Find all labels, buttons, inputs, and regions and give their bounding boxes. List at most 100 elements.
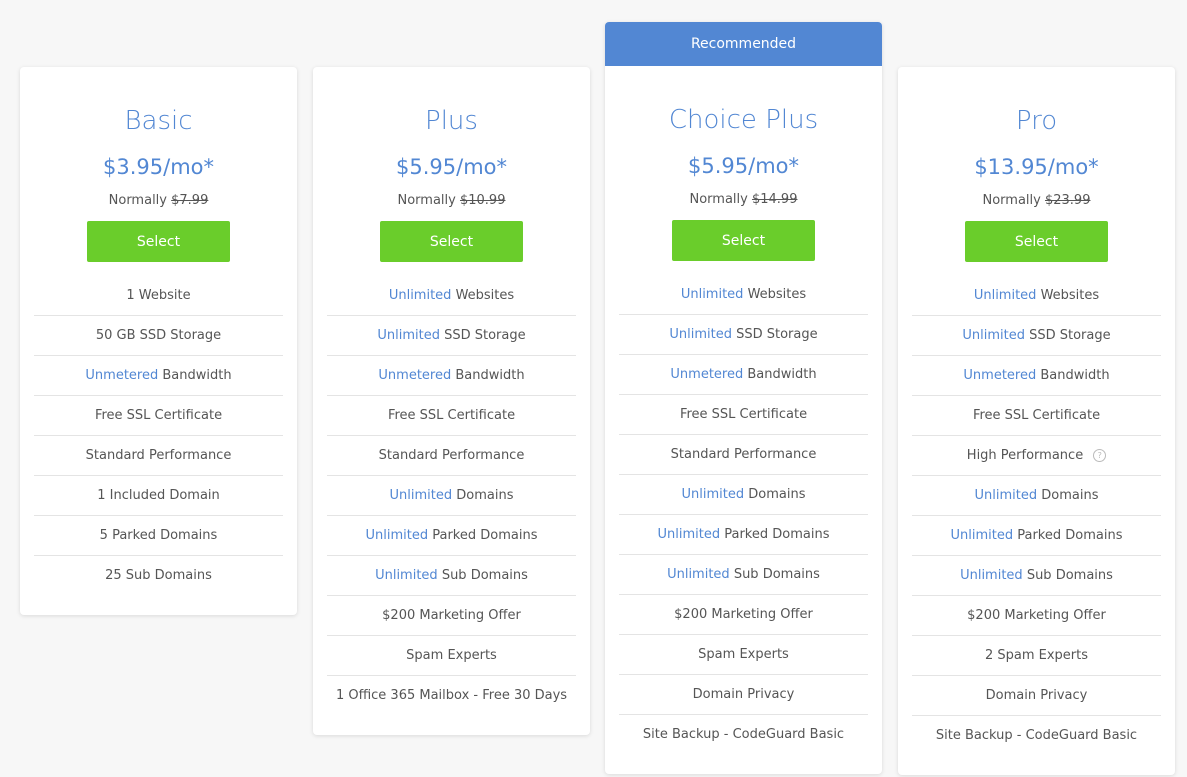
feature-item: Unlimited SSD Storage (327, 316, 576, 356)
feature-item: $200 Marketing Offer (327, 596, 576, 636)
feature-item: Spam Experts (619, 635, 868, 675)
feature-text: Parked Domains (1013, 528, 1123, 543)
feature-text: $200 Marketing Offer (967, 608, 1106, 623)
feature-text: Domain Privacy (985, 688, 1088, 703)
feature-text: 1 Office 365 Mailbox - Free 30 Days (335, 688, 568, 703)
feature-item: Standard Performance (619, 435, 868, 475)
normal-price: $10.99 (459, 193, 506, 208)
feature-text: Sub Domains (729, 567, 820, 582)
feature-text: Standard Performance (378, 448, 525, 463)
feature-list: Unlimited Websites Unlimited SSD Storage U… (619, 275, 868, 754)
feature-item[interactable]: 1 Office 365 Mailbox - Free 30 Days (327, 676, 576, 715)
feature-text: 50 GB SSD Storage (95, 328, 222, 343)
feature-highlight: Unlimited (375, 568, 438, 583)
feature-highlight: Unlimited (657, 527, 721, 542)
feature-text: Parked Domains (428, 528, 538, 543)
feature-highlight: Unmetered (963, 368, 1037, 383)
feature-highlight: Unmetered (378, 368, 452, 383)
feature-text: Free SSL Certificate (972, 408, 1101, 423)
plan-name: Choice Plus (668, 105, 819, 135)
feature-item: Unlimited SSD Storage (619, 315, 868, 355)
feature-text: SSD Storage (1024, 328, 1111, 343)
feature-text: Spam Experts (406, 648, 497, 663)
feature-text: Parked Domains (720, 527, 830, 542)
normal-price: $23.99 (1044, 193, 1091, 208)
feature-text: Domain Privacy (692, 687, 795, 702)
feature-item: Unmetered Bandwidth (912, 356, 1161, 396)
feature-list: 1 Website 50 GB SSD Storage Unmetered Band… (34, 276, 283, 595)
feature-text: $200 Marketing Offer (674, 607, 813, 622)
feature-item: Unlimited Sub Domains (327, 556, 576, 596)
normal-price: $14.99 (751, 192, 798, 207)
feature-item: Unlimited Sub Domains (619, 555, 868, 595)
feature-item: High Performance? (912, 436, 1161, 476)
feature-item: Spam Experts (327, 636, 576, 676)
feature-item: Unlimited Sub Domains (912, 556, 1161, 596)
feature-item: 5 Parked Domains (34, 516, 283, 556)
select-button[interactable]: Select (965, 221, 1108, 262)
feature-text: Websites (1036, 288, 1100, 303)
feature-item: $200 Marketing Offer (619, 595, 868, 635)
feature-highlight: Unlimited (669, 327, 732, 342)
select-button[interactable]: Select (87, 221, 230, 262)
feature-text: SSD Storage (439, 328, 526, 343)
feature-text: Domains (452, 488, 514, 503)
feature-item: Unmetered Bandwidth (327, 356, 576, 396)
feature-text: Domains (1037, 488, 1099, 503)
feature-highlight: Unlimited (377, 328, 440, 343)
feature-highlight: Unlimited (974, 488, 1038, 503)
feature-text: Bandwidth (158, 368, 232, 383)
feature-list: Unlimited Websites Unlimited SSD Storage U… (912, 276, 1161, 755)
feature-item: Unmetered Bandwidth (619, 355, 868, 395)
feature-item: Site Backup - CodeGuard Basic (619, 715, 868, 754)
feature-item: Free SSL Certificate (327, 396, 576, 436)
select-button[interactable]: Select (380, 221, 523, 262)
feature-item: Standard Performance (327, 436, 576, 476)
feature-highlight: Unlimited (960, 568, 1023, 583)
feature-item: Site Backup - CodeGuard Basic (912, 716, 1161, 755)
feature-item: Unlimited Websites (912, 276, 1161, 316)
normally-label: Normally (982, 193, 1041, 208)
feature-item: Unlimited Domains (912, 476, 1161, 516)
feature-text: Sub Domains (1022, 568, 1113, 583)
select-button[interactable]: Select (672, 220, 815, 261)
feature-item: Unlimited SSD Storage (912, 316, 1161, 356)
feature-highlight: Unlimited (388, 288, 452, 303)
feature-list: Unlimited Websites Unlimited SSD Storage U… (327, 276, 576, 715)
plan-card-plus: Plus $5.95/mo* Normally $10.99 Select Unlimi… (313, 67, 590, 735)
feature-item: 25 Sub Domains (34, 556, 283, 595)
plan-card-choice-plus: Recommended Choice Plus $5.95/mo* Normally … (605, 22, 882, 774)
plan-price: $5.95/mo* (688, 154, 799, 178)
feature-highlight: Unlimited (365, 528, 429, 543)
help-icon[interactable]: ? (1093, 449, 1107, 462)
feature-text: 25 Sub Domains (105, 568, 212, 583)
plan-name: Plus (425, 106, 478, 136)
feature-item: Standard Performance (34, 436, 283, 476)
feature-item: Free SSL Certificate (619, 395, 868, 435)
feature-text: Bandwidth (451, 368, 525, 383)
feature-text: Site Backup - CodeGuard Basic (642, 727, 845, 742)
plan-name: Basic (124, 106, 193, 136)
feature-item: Unmetered Bandwidth (34, 356, 283, 396)
feature-highlight: Unlimited (950, 528, 1014, 543)
plan-price: $5.95/mo* (396, 155, 507, 179)
feature-text: Bandwidth (1036, 368, 1110, 383)
feature-highlight: Unlimited (681, 487, 745, 502)
feature-text: Domains (744, 487, 806, 502)
feature-text: Site Backup - CodeGuard Basic (935, 728, 1138, 743)
feature-item: 2 Spam Experts (912, 636, 1161, 676)
feature-highlight: Unlimited (667, 567, 730, 582)
feature-highlight: Unlimited (680, 287, 744, 302)
normal-price-line: Normally $10.99 (313, 191, 590, 211)
plan-card-pro: Pro $13.95/mo* Normally $23.99 Select Unlimi… (898, 67, 1175, 775)
feature-text: Free SSL Certificate (679, 407, 808, 422)
plan-name: Pro (1015, 106, 1058, 136)
feature-item: 1 Website (34, 276, 283, 316)
feature-item: Free SSL Certificate (912, 396, 1161, 436)
feature-item: Unlimited Parked Domains (912, 516, 1161, 556)
normally-label: Normally (397, 193, 456, 208)
feature-highlight: Unmetered (670, 367, 744, 382)
feature-text: Free SSL Certificate (387, 408, 516, 423)
feature-text: Spam Experts (698, 647, 789, 662)
feature-text: 5 Parked Domains (99, 528, 218, 543)
